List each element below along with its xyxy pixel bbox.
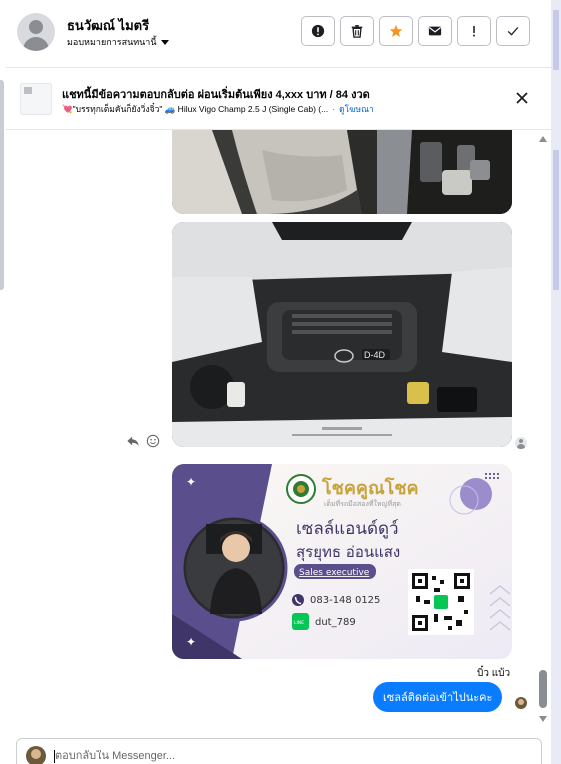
trash-icon [351,25,363,38]
scroll-down-arrow-icon[interactable] [539,716,547,722]
page-avatar [26,746,46,764]
contact-name[interactable]: ธนวัฒณ์ ไมตรี [67,15,149,36]
engine-badge: D-4D [364,350,386,360]
envelope-icon [428,26,442,36]
svg-text:✦: ✦ [186,475,196,489]
card-line-badge: LINE [294,620,304,626]
reply-input[interactable] [55,750,525,762]
reply-composer [16,738,542,764]
message-actions [126,434,160,448]
sender-label: บิ๋ว แบ้ว [477,668,511,679]
card-phone: 083-148 0125 [310,595,380,606]
card-tagline: เต็มที่รถมือสองที่ใหญ่ที่สุด [324,499,401,508]
report-button[interactable] [301,16,335,46]
mark-unread-button[interactable] [418,16,452,46]
done-button[interactable] [496,16,530,46]
assign-conversation-dropdown[interactable]: มอบหมายการสนทนานี้ [67,35,169,49]
close-icon[interactable] [514,90,530,106]
flag-button[interactable] [457,16,491,46]
text-caret [54,750,55,763]
scroll-up-arrow-icon[interactable] [539,136,547,142]
check-icon [507,27,519,36]
ad-thumbnail[interactable] [20,83,52,115]
delete-button[interactable] [340,16,374,46]
assign-label: มอบหมายการสนทนานี้ [67,37,157,47]
ad-context-subtitle: 💘"บรรทุกเต็มคันก็ยังวิ่งจิ๋ว" 🚙 Hilux Vi… [62,102,374,116]
star-button[interactable] [379,16,413,46]
card-role: Sales executive [299,568,370,578]
chevron-down-icon [160,39,169,45]
contact-avatar[interactable] [17,13,55,51]
left-panel-edge [0,80,4,290]
engine-bay-photo[interactable]: D-4D [172,222,512,447]
conversation-header: ธนวัฒณ์ ไมตรี มอบหมายการสนทนานี้ [6,0,551,68]
message-scrollbar[interactable] [538,136,548,728]
exclamation-icon [473,25,475,37]
card-person-name: สุรยุทธ อ่อนแสง [296,543,400,562]
car-interior-photo[interactable] [172,130,512,214]
scrollbar-thumb[interactable] [539,670,547,708]
star-icon [389,24,403,37]
card-line-id: dut_789 [315,617,356,628]
card-brand: โชคคูณโชค [321,477,419,500]
ad-context-title: แชทนี้มีข้อความตอบกลับต่อ ผ่อนเริ่มต้นเพ… [62,89,370,101]
inbox-conversation-panel: ธนวัฒณ์ ไมตรี มอบหมายการสนทนานี้ แชทนี้ม… [0,0,561,764]
right-panel-edge [551,0,561,764]
sent-message-bubble[interactable]: เซลล์ติดต่อเข้าไปนะคะ [373,682,503,712]
header-actions [301,16,530,46]
sales-business-card[interactable]: ✦ ✦ โชคคูณโชค เต็มที่รถมือสองที่ใหญ่ที่ส… [172,464,512,659]
card-heading: เซลล์แอนด์ดูว์ [296,519,399,539]
emoji-reaction-icon[interactable] [146,434,160,448]
alert-circle-icon [311,24,325,38]
ad-context-bar: แชทนี้มีข้อความตอบกลับต่อ ผ่อนเริ่มต้นเพ… [6,68,551,130]
sender-avatar [515,697,527,709]
customer-avatar-small [515,437,527,449]
svg-text:✦: ✦ [186,635,196,649]
ad-page-text: 💘"บรรทุกเต็มคันก็ยังวิ่งจิ๋ว" 🚙 Hilux Vi… [62,104,329,114]
reply-icon[interactable] [126,434,140,448]
view-ad-link[interactable]: ดูโฆษณา [339,102,374,116]
